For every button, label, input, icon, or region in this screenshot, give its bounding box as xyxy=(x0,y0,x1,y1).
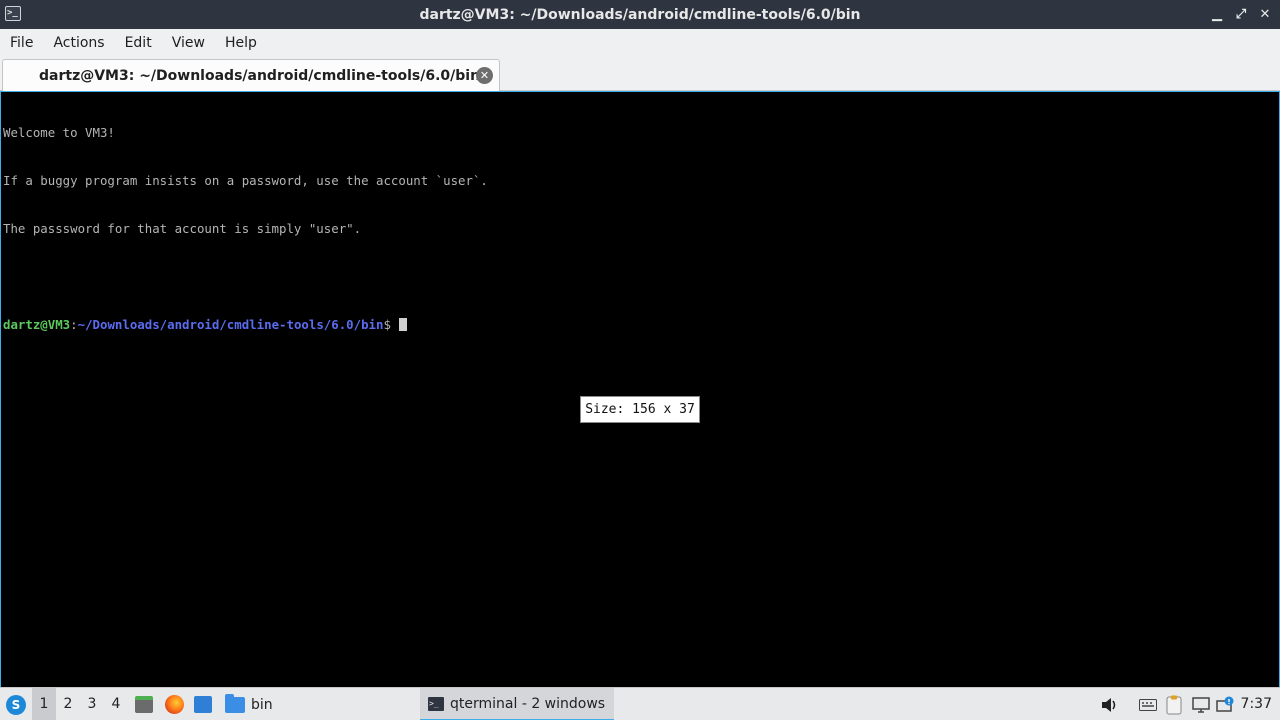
prompt-colon: : xyxy=(70,317,78,332)
terminal-line: The passsword for that account is simply… xyxy=(3,221,362,236)
menu-actions[interactable]: Actions xyxy=(43,29,114,57)
maximize-button[interactable]: ⤢ xyxy=(1234,7,1248,22)
terminal-icon: >_ xyxy=(428,696,444,711)
start-menu-icon[interactable]: S xyxy=(6,695,26,715)
clock[interactable]: 7:37 xyxy=(1241,688,1272,720)
clipboard-icon[interactable] xyxy=(1162,688,1186,720)
close-button[interactable]: ✕ xyxy=(1258,7,1272,22)
prompt-user-host: dartz@VM3 xyxy=(3,317,71,332)
prompt-dollar: $ xyxy=(383,317,391,332)
task-button-bin[interactable]: bin xyxy=(225,688,273,720)
window-title: dartz@VM3: ~/Downloads/android/cmdline-t… xyxy=(419,6,861,23)
workspace-3[interactable]: 3 xyxy=(80,688,104,720)
menu-edit[interactable]: Edit xyxy=(115,29,162,57)
workspace-1[interactable]: 1 xyxy=(32,688,56,720)
prompt-path: ~/Downloads/android/cmdline-tools/6.0/bi… xyxy=(77,317,384,332)
show-desktop-icon[interactable] xyxy=(194,696,212,713)
task-label: bin xyxy=(251,696,273,713)
menu-bar: File Actions Edit View Help xyxy=(0,29,1280,57)
file-manager-icon[interactable] xyxy=(135,696,153,713)
folder-icon xyxy=(225,693,245,713)
network-update-icon[interactable] xyxy=(1214,688,1238,720)
tab-bar: dartz@VM3: ~/Downloads/android/cmdline-t… xyxy=(0,57,1280,91)
size-popup: Size: 156 x 37 xyxy=(580,396,700,423)
volume-icon[interactable] xyxy=(1098,688,1120,720)
workspace-4[interactable]: 4 xyxy=(104,688,128,720)
terminal-view[interactable]: Welcome to VM3! If a buggy program insis… xyxy=(0,91,1280,687)
text-cursor xyxy=(398,318,407,331)
window-titlebar[interactable]: >_ dartz@VM3: ~/Downloads/android/cmdlin… xyxy=(0,0,1280,29)
tab-label: dartz@VM3: ~/Downloads/android/cmdline-t… xyxy=(39,67,481,84)
display-icon[interactable] xyxy=(1190,688,1212,720)
task-label: qterminal - 2 windows xyxy=(450,695,606,712)
taskbar: S 1 2 3 4 bin >_ qterminal - 2 windows 7… xyxy=(0,687,1280,720)
terminal-line: If a buggy program insists on a password… xyxy=(3,173,488,188)
terminal-tab[interactable]: dartz@VM3: ~/Downloads/android/cmdline-t… xyxy=(2,59,500,91)
terminal-app-icon[interactable]: >_ xyxy=(5,6,21,21)
minimize-button[interactable]: ▁ xyxy=(1210,7,1224,22)
menu-help[interactable]: Help xyxy=(215,29,267,57)
menu-file[interactable]: File xyxy=(0,29,43,57)
menu-view[interactable]: View xyxy=(162,29,215,57)
terminal-line: Welcome to VM3! xyxy=(3,125,115,140)
firefox-icon[interactable] xyxy=(165,695,184,714)
window-controls: ▁ ⤢ ✕ xyxy=(1210,0,1272,29)
keyboard-icon[interactable] xyxy=(1137,688,1159,720)
workspace-2[interactable]: 2 xyxy=(56,688,80,720)
tab-close-icon[interactable]: ✕ xyxy=(476,67,493,84)
task-button-qterminal[interactable]: >_ qterminal - 2 windows xyxy=(420,688,614,720)
prompt-line: dartz@VM3:~/Downloads/android/cmdline-to… xyxy=(3,317,1277,333)
